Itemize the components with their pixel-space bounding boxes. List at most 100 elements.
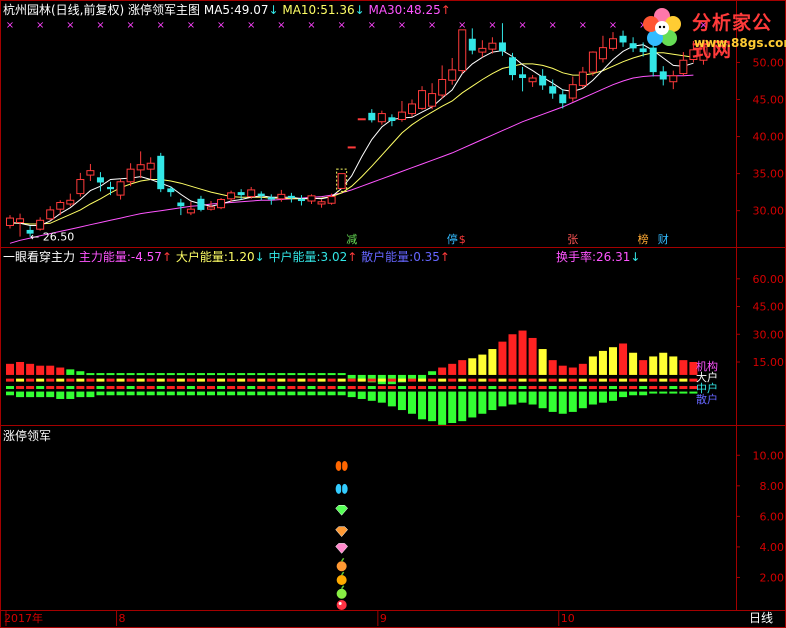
energy-bar bbox=[6, 378, 14, 382]
signal-title: 涨停领军 bbox=[3, 429, 52, 443]
event-label: 减 bbox=[346, 233, 357, 246]
energy-bar bbox=[609, 378, 617, 382]
energy-bar bbox=[609, 391, 617, 401]
energy-bar bbox=[498, 391, 507, 407]
energy-bar bbox=[518, 330, 527, 375]
candle-body bbox=[157, 155, 165, 190]
event-label: 财 bbox=[658, 232, 669, 246]
energy-bar bbox=[568, 378, 577, 382]
energy-bar bbox=[217, 378, 226, 382]
energy-bar bbox=[16, 378, 25, 382]
candle-body bbox=[126, 168, 135, 183]
event-label: 停 bbox=[447, 232, 458, 246]
candle bbox=[347, 146, 356, 149]
candle-body bbox=[16, 218, 25, 224]
energy-bar bbox=[377, 386, 386, 390]
candle bbox=[588, 51, 597, 76]
energy-bar bbox=[659, 386, 668, 390]
energy-bar bbox=[438, 378, 447, 382]
energy-bar bbox=[217, 391, 226, 396]
energy-bar bbox=[347, 374, 356, 379]
energy-bar bbox=[307, 378, 316, 382]
energy-bar bbox=[297, 391, 306, 396]
energy-bar bbox=[247, 386, 256, 390]
energy-bar bbox=[598, 391, 607, 403]
energy-bar bbox=[558, 386, 567, 390]
energy-bar bbox=[428, 378, 437, 382]
candle-body bbox=[287, 195, 295, 199]
energy-bar bbox=[458, 360, 467, 375]
candle-body bbox=[397, 111, 406, 121]
signal-tick-label: 4.00 bbox=[760, 541, 785, 554]
energy-bar bbox=[468, 391, 477, 418]
energy-bar bbox=[126, 391, 135, 396]
candle-body bbox=[679, 59, 688, 75]
energy-bar bbox=[16, 391, 25, 398]
candle-body bbox=[136, 164, 145, 171]
candle-body bbox=[247, 189, 256, 198]
x-marker: × bbox=[66, 20, 74, 31]
energy-bar bbox=[609, 347, 617, 375]
energy-bar bbox=[649, 391, 658, 394]
energy-bar bbox=[176, 373, 185, 376]
energy-bar bbox=[538, 378, 547, 382]
candle-body bbox=[528, 77, 537, 83]
energy-bar bbox=[277, 373, 286, 376]
ma30-value: 48.25 bbox=[406, 3, 441, 17]
energy-bar bbox=[679, 378, 688, 382]
x-marker: × bbox=[126, 20, 134, 31]
energy-bar bbox=[267, 391, 276, 396]
ball-shine bbox=[338, 601, 342, 605]
energy-bar bbox=[377, 378, 386, 382]
energy-bar bbox=[619, 378, 628, 382]
energy-bar bbox=[367, 391, 376, 401]
candle-body bbox=[498, 42, 506, 52]
energy-bar bbox=[639, 386, 648, 390]
energy-bar bbox=[568, 386, 577, 390]
energy-bar bbox=[186, 391, 195, 396]
energy-bar bbox=[397, 391, 406, 411]
energy-title: 一眼看穿主力 bbox=[3, 250, 76, 264]
energy-bar bbox=[478, 391, 487, 414]
energy-bar bbox=[558, 378, 567, 382]
energy-bar bbox=[96, 373, 105, 376]
candle-body bbox=[388, 117, 396, 121]
energy-bar bbox=[548, 391, 557, 412]
energy-bar bbox=[639, 360, 648, 375]
energy-legend-label: 散户 bbox=[696, 392, 718, 406]
energy-bar bbox=[126, 373, 135, 376]
energy-bar bbox=[126, 378, 135, 382]
energy-bar bbox=[679, 360, 688, 375]
candle-body bbox=[509, 57, 516, 76]
energy-bar bbox=[337, 373, 346, 376]
energy-bar bbox=[136, 391, 145, 396]
candle-body bbox=[669, 75, 678, 83]
energy-bar bbox=[317, 391, 326, 396]
energy-bar bbox=[166, 391, 175, 396]
energy-bar bbox=[387, 391, 396, 407]
energy-bar bbox=[518, 378, 527, 382]
energy-bar bbox=[468, 378, 477, 382]
x-marker: × bbox=[217, 20, 225, 31]
energy-bar bbox=[588, 378, 597, 382]
energy-bar bbox=[26, 386, 35, 390]
energy-bar bbox=[156, 386, 165, 390]
energy-bar bbox=[66, 369, 75, 375]
energy-bar bbox=[46, 378, 55, 382]
x-tick-label: 2017年 bbox=[4, 611, 43, 625]
energy-bar bbox=[558, 365, 567, 375]
candle-body bbox=[36, 219, 45, 230]
energy-bar bbox=[528, 386, 537, 390]
energy-bar bbox=[387, 386, 396, 390]
energy-bar bbox=[669, 386, 678, 390]
energy-bar bbox=[86, 373, 95, 376]
energy-bar bbox=[297, 386, 306, 390]
energy-bar bbox=[297, 378, 306, 382]
energy-bar bbox=[357, 386, 366, 390]
energy-bar bbox=[207, 378, 215, 382]
candle-body bbox=[227, 192, 236, 200]
energy-bar bbox=[639, 391, 648, 396]
candle bbox=[217, 198, 226, 210]
energy-bar bbox=[106, 373, 115, 376]
energy-bar bbox=[458, 386, 467, 390]
